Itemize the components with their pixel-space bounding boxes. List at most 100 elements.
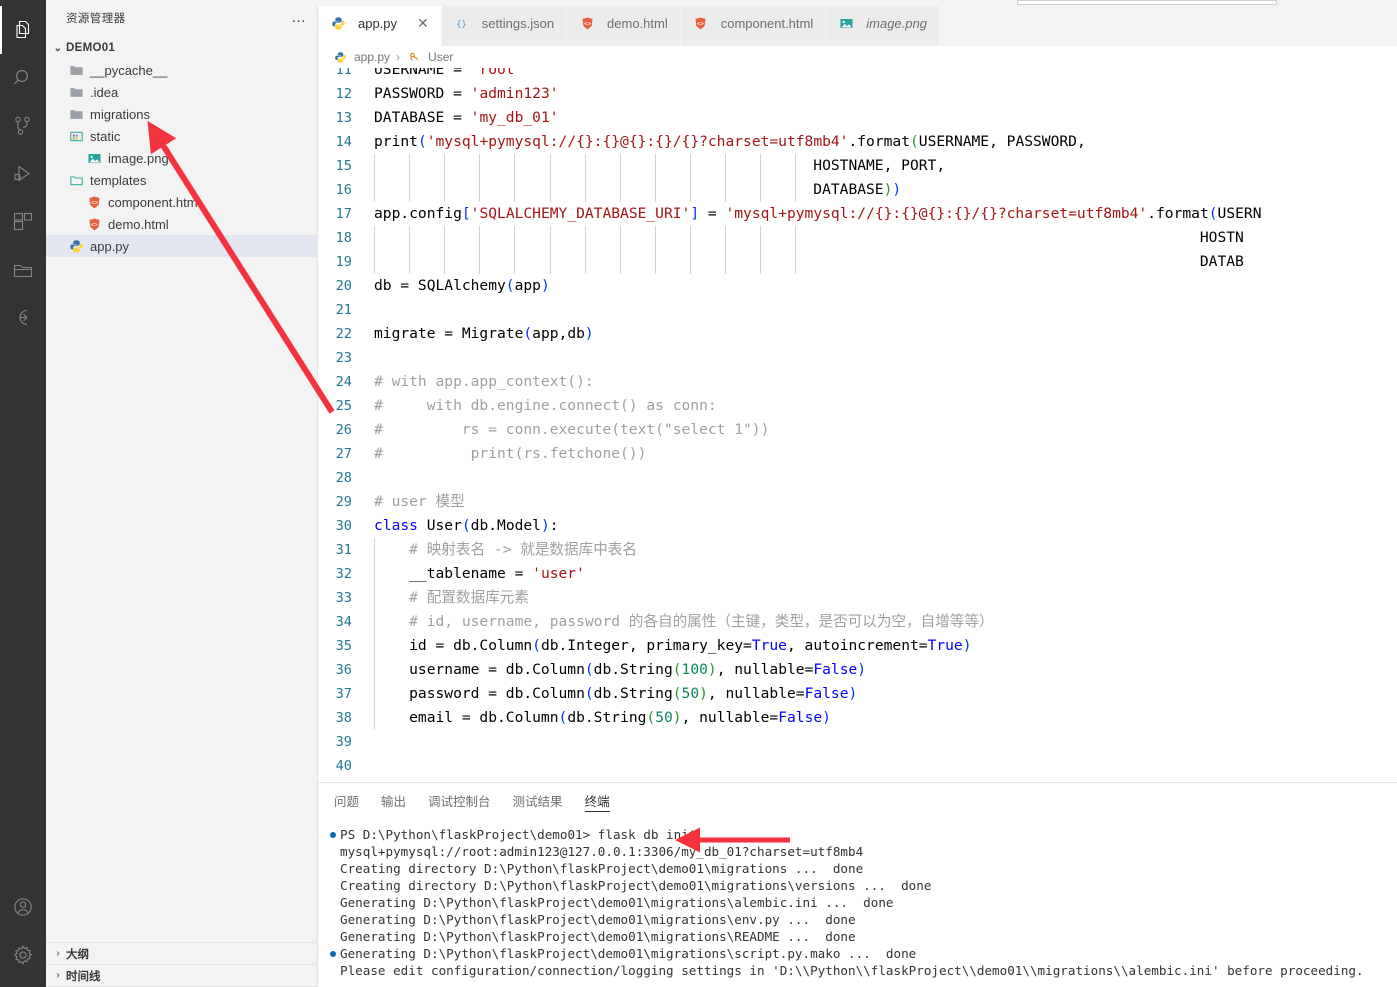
tab-demo-html[interactable]: <> demo.html <box>567 0 681 46</box>
sidebar-section-outline[interactable]: › 大纲 <box>46 943 317 965</box>
tree-item-label: .idea <box>90 84 119 100</box>
tree-item-component-html[interactable]: <> component.html <box>46 191 317 213</box>
code-line[interactable]: 18 HOSTN <box>318 226 1397 250</box>
panel-tab-debug-console[interactable]: 调试控制台 <box>428 783 491 818</box>
code-line[interactable]: 37 password = db.Column(db.String(50), n… <box>318 682 1397 706</box>
tree-item-image-png[interactable]: image.png <box>46 147 317 169</box>
tab-settings-json[interactable]: {} settings.json <box>441 0 568 46</box>
activity-bar-top-group <box>0 0 46 342</box>
code-line[interactable]: 40 <box>318 754 1397 778</box>
panel-tab-output[interactable]: 输出 <box>381 783 406 818</box>
code-line[interactable]: 23 <box>318 346 1397 370</box>
terminal-output[interactable]: PS D:\Python\flaskProject\demo01> flask … <box>318 818 1397 987</box>
code-line[interactable]: 27 # print(rs.fetchone()) <box>318 442 1397 466</box>
code-token: ) <box>584 325 594 342</box>
close-icon[interactable]: ✕ <box>417 16 429 30</box>
tree-item-label: demo.html <box>108 216 169 232</box>
line-number: 39 <box>335 734 352 750</box>
tree-item-idea[interactable]: .idea <box>46 81 317 103</box>
activity-bar-item-explorer[interactable] <box>0 6 46 54</box>
code-line[interactable]: 22 migrate = Migrate(app,db) <box>318 322 1397 346</box>
code-line[interactable]: 36 username = db.Column(db.String(100), … <box>318 658 1397 682</box>
code-line[interactable]: 30 class User(db.Model): <box>318 514 1397 538</box>
terminal-line-text: Creating directory D:\Python\flaskProjec… <box>340 878 932 893</box>
activity-bar-item-search[interactable] <box>0 54 46 102</box>
code-line[interactable]: 32 __tablename = 'user' <box>318 562 1397 586</box>
code-token: True <box>751 637 787 654</box>
line-number: 12 <box>335 86 352 102</box>
code-line[interactable]: 35 id = db.Column(db.Integer, primary_ke… <box>318 634 1397 658</box>
breadcrumb-symbol[interactable]: User <box>428 50 453 64</box>
breadcrumb-file[interactable]: app.py <box>354 50 390 64</box>
tree-item-demo-html[interactable]: <> demo.html <box>46 213 317 235</box>
tree-item-templates[interactable]: templates <box>46 169 317 191</box>
code-token: app,db <box>532 325 585 342</box>
code-token: ) <box>540 517 550 534</box>
tab-app-py[interactable]: app.py ✕ <box>318 0 442 46</box>
code-line[interactable]: 15 HOSTNAME, PORT, <box>318 154 1397 178</box>
panel-tab-terminal[interactable]: 终端 <box>584 783 610 818</box>
code-line[interactable]: 19 DATAB <box>318 250 1397 274</box>
tab-component-html[interactable]: <> component.html <box>680 0 827 46</box>
activity-bar-item-accounts[interactable] <box>0 883 46 931</box>
code-line[interactable]: 25 # with db.engine.connect() as conn: <box>318 394 1397 418</box>
code-line[interactable]: 16 DATABASE)) <box>318 178 1397 202</box>
terminal-line: PS D:\Python\flaskProject\demo01> flask … <box>326 826 1397 843</box>
code-line[interactable]: 31 # 映射表名 -> 就是数据库中表名 <box>318 538 1397 562</box>
activity-bar-item-extensions[interactable] <box>0 198 46 246</box>
tree-item-app-py[interactable]: app.py <box>46 235 317 257</box>
code-line[interactable]: 20 db = SQLAlchemy(app) <box>318 274 1397 298</box>
panel-tab-problems[interactable]: 问题 <box>334 783 359 818</box>
terminal-line-text: Please edit configuration/connection/log… <box>340 963 1364 978</box>
activity-bar-item-remote-explorer[interactable] <box>0 246 46 294</box>
line-number: 13 <box>335 110 352 126</box>
code-line[interactable]: 24 # with app.app_context(): <box>318 370 1397 394</box>
code-line[interactable]: 13 DATABASE = 'my_db_01' <box>318 106 1397 130</box>
code-line[interactable]: 29 # user 模型 <box>318 490 1397 514</box>
activity-bar-item-source-control[interactable] <box>0 102 46 150</box>
code-token: class <box>374 517 427 534</box>
terminal-line-text: Creating directory D:\Python\flaskProjec… <box>340 861 864 876</box>
code-line[interactable]: 14 print('mysql+pymysql://{}:{}@{}:{}/{}?… <box>318 130 1397 154</box>
tree-item-static[interactable]: static <box>46 125 317 147</box>
sidebar-bottom-sections: › 大纲 › 时间线 <box>46 942 317 987</box>
code-line[interactable]: 28 <box>318 466 1397 490</box>
activity-bar-item-run-and-debug[interactable] <box>0 150 46 198</box>
code-token: [ <box>461 205 471 222</box>
code-token: ) <box>707 661 717 678</box>
code-line[interactable]: 17 app.config['SQLALCHEMY_DATABASE_URI'] … <box>318 202 1397 226</box>
line-number: 11 <box>335 68 352 78</box>
code-line[interactable]: 33 # 配置数据库元素 <box>318 586 1397 610</box>
code-token: db.Integer, primary_key= <box>540 637 752 654</box>
code-line[interactable]: 38 email = db.Column(db.String(50), null… <box>318 706 1397 730</box>
chevron-right-icon: › <box>56 970 60 981</box>
code-line[interactable]: 21 <box>318 298 1397 322</box>
terminal-prompt: PS D:\Python\flaskProject\demo01> <box>340 827 598 842</box>
code-token: id = db.Column <box>374 637 533 654</box>
tree-item-pycache[interactable]: __pycache__ <box>46 59 317 81</box>
code-line[interactable]: 26 # rs = conn.execute(text("select 1")) <box>318 418 1397 442</box>
html-file-icon: <> <box>693 15 709 31</box>
extensions-icon <box>11 210 35 234</box>
code-line-text: # 映射表名 -> 就是数据库中表名 <box>374 538 1397 562</box>
activity-bar-item-testing[interactable] <box>0 294 46 342</box>
code-line[interactable]: 11 USERNAME = 'root' <box>318 68 1397 82</box>
code-line[interactable]: 12 PASSWORD = 'admin123' <box>318 82 1397 106</box>
code-token: db.String <box>593 685 673 702</box>
code-line[interactable]: 39 <box>318 730 1397 754</box>
svg-text:{}: {} <box>457 18 467 28</box>
code-editor[interactable]: 11 USERNAME = 'root' 12 PASSWORD = 'admin12… <box>318 68 1397 782</box>
sidebar-section-timeline[interactable]: › 时间线 <box>46 965 317 987</box>
top-scroll-indicator[interactable] <box>1017 0 1277 5</box>
tree-item-migrations[interactable]: migrations <box>46 103 317 125</box>
panel-tab-test-results[interactable]: 测试结果 <box>513 783 563 818</box>
activity-bar-item-settings[interactable] <box>0 931 46 979</box>
code-token: 'user' <box>532 565 585 582</box>
tree-root-demo01[interactable]: ⌄ DEMO01 <box>46 37 317 59</box>
code-line[interactable]: 34 # id, username, password 的各自的属性（主键，类型… <box>318 610 1397 634</box>
sidebar-more-actions-icon[interactable]: … <box>291 10 307 25</box>
search-icon <box>11 66 35 90</box>
code-line-text: print('mysql+pymysql://{}:{}@{}:{}/{}?ch… <box>374 130 1397 154</box>
tab-image-png[interactable]: image.png <box>826 0 940 46</box>
panel-tab-label: 输出 <box>381 795 407 809</box>
